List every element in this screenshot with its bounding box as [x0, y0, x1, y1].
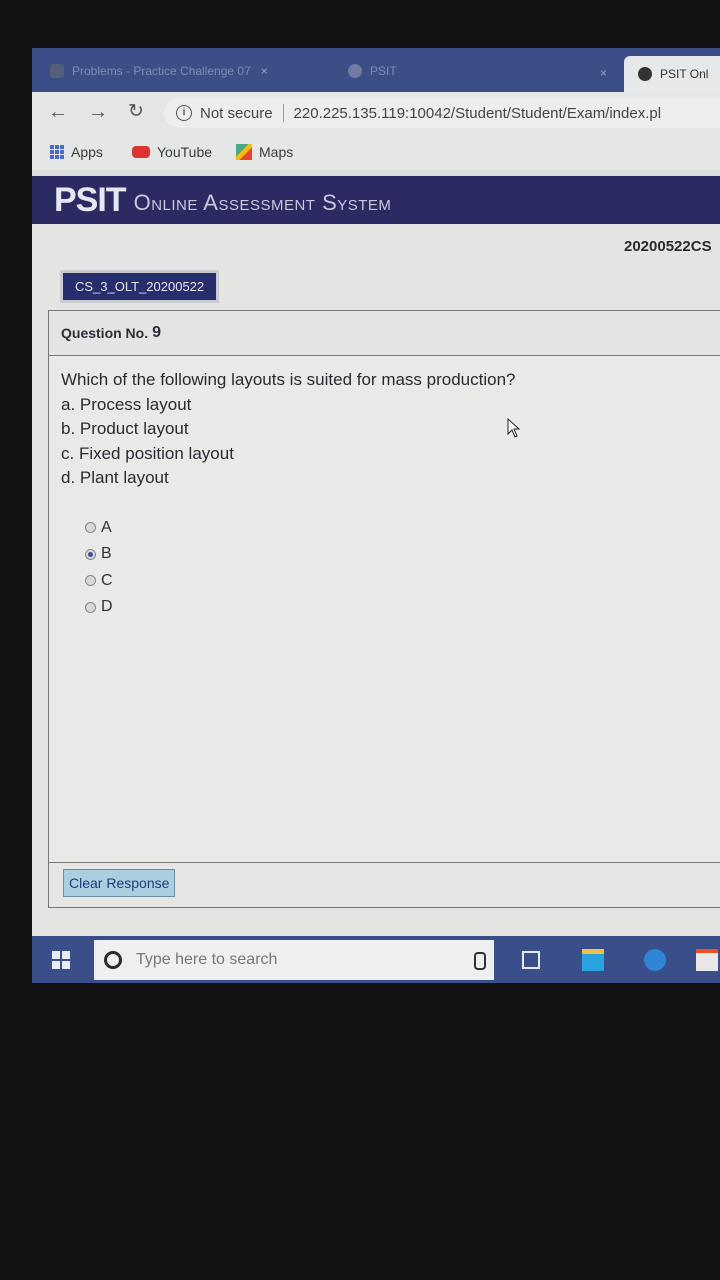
tab-problems[interactable]: Problems - Practice Challenge 07 ×: [50, 56, 330, 86]
system-title: Online Assessment System: [133, 190, 392, 215]
edge-browser-icon[interactable]: [644, 949, 666, 971]
tab-label: Problems - Practice Challenge 07: [72, 64, 251, 78]
choice-a: a. Process layout: [61, 394, 192, 414]
question-number: 9: [152, 324, 162, 341]
clear-response-button[interactable]: Clear Response: [63, 869, 176, 897]
option-label: A: [101, 518, 112, 536]
globe-icon: [348, 64, 362, 78]
security-label: Not secure: [200, 104, 273, 122]
question-body: Which of the following layouts is suited…: [49, 356, 720, 491]
exam-id: 20200522CS: [624, 238, 712, 255]
tab-psit[interactable]: PSIT: [348, 56, 628, 86]
question-header: Question No. 9: [49, 311, 720, 356]
bookmarks-bar: Apps YouTube Maps: [32, 134, 720, 170]
task-view-icon[interactable]: [522, 951, 540, 969]
address-bar[interactable]: i Not secure 220.225.135.119:10042/Stude…: [164, 98, 720, 128]
radio-button[interactable]: [85, 575, 96, 587]
back-arrow-icon[interactable]: ←: [48, 101, 68, 123]
windows-start-icon[interactable]: [52, 951, 70, 969]
radio-button-selected[interactable]: [85, 548, 96, 560]
windows-taskbar: Type here to search: [32, 936, 720, 983]
reload-icon[interactable]: ↻: [128, 101, 144, 123]
option-a[interactable]: A: [85, 515, 720, 542]
bookmark-apps[interactable]: Apps: [50, 144, 103, 160]
store-icon[interactable]: [696, 949, 718, 971]
mouse-cursor-icon: [507, 418, 521, 438]
question-text: Which of the following layouts is suited…: [61, 370, 516, 389]
tab-label: PSIT Onl: [660, 67, 709, 81]
divider: [282, 104, 284, 122]
youtube-icon: [132, 146, 150, 158]
question-footer: Clear Response: [49, 862, 720, 907]
taskbar-search[interactable]: Type here to search: [94, 940, 494, 980]
apps-grid-icon: [50, 145, 64, 159]
choice-b: b. Product layout: [61, 419, 189, 438]
info-icon[interactable]: i: [176, 105, 192, 121]
psit-logo: PSIT: [54, 180, 127, 219]
bookmark-label: Apps: [71, 144, 103, 160]
monitor-screen: Problems - Practice Challenge 07 × PSIT …: [32, 48, 720, 983]
microphone-icon[interactable]: [474, 952, 486, 970]
option-d[interactable]: D: [85, 594, 720, 621]
choice-c: c. Fixed position layout: [61, 443, 234, 463]
bookmark-youtube[interactable]: YouTube: [132, 144, 212, 160]
tab-psit-online-active[interactable]: PSIT Onl: [624, 56, 720, 92]
browser-tab-strip: Problems - Practice Challenge 07 × PSIT …: [32, 48, 720, 92]
option-c[interactable]: C: [85, 568, 720, 595]
url-text: 220.225.135.119:10042/Student/Student/Ex…: [293, 104, 662, 122]
option-label: C: [101, 571, 113, 589]
close-tab-icon[interactable]: ×: [261, 64, 268, 78]
file-explorer-icon[interactable]: [582, 949, 604, 971]
bookmark-label: YouTube: [157, 144, 213, 160]
question-label: Question No.: [61, 325, 149, 341]
tab-label: PSIT: [370, 64, 397, 78]
cortana-icon: [104, 951, 122, 969]
option-label: B: [101, 545, 112, 563]
browser-toolbar: ← → ↻ i Not secure 220.225.135.119:10042…: [32, 92, 720, 134]
close-tab-icon[interactable]: ×: [600, 66, 607, 80]
globe-icon: [638, 67, 652, 81]
radio-button[interactable]: [85, 522, 96, 534]
forward-arrow-icon[interactable]: →: [88, 101, 108, 123]
tab-favicon-icon: [50, 64, 64, 78]
bookmark-label: Maps: [259, 144, 294, 160]
bookmark-maps[interactable]: Maps: [236, 144, 293, 160]
test-code-badge[interactable]: CS_3_OLT_20200522: [60, 270, 220, 303]
search-placeholder: Type here to search: [136, 951, 278, 968]
maps-icon: [236, 144, 252, 160]
site-header: PSIT Online Assessment System: [32, 176, 720, 224]
choice-d: d. Plant layout: [61, 468, 169, 487]
answer-options: A B C D: [49, 515, 720, 621]
question-panel: Question No. 9 Which of the following la…: [48, 310, 720, 908]
option-b[interactable]: B: [85, 541, 720, 568]
option-label: D: [101, 598, 113, 616]
radio-button[interactable]: [85, 601, 96, 613]
exam-content: 20200522CS CS_3_OLT_20200522 Question No…: [32, 224, 720, 954]
